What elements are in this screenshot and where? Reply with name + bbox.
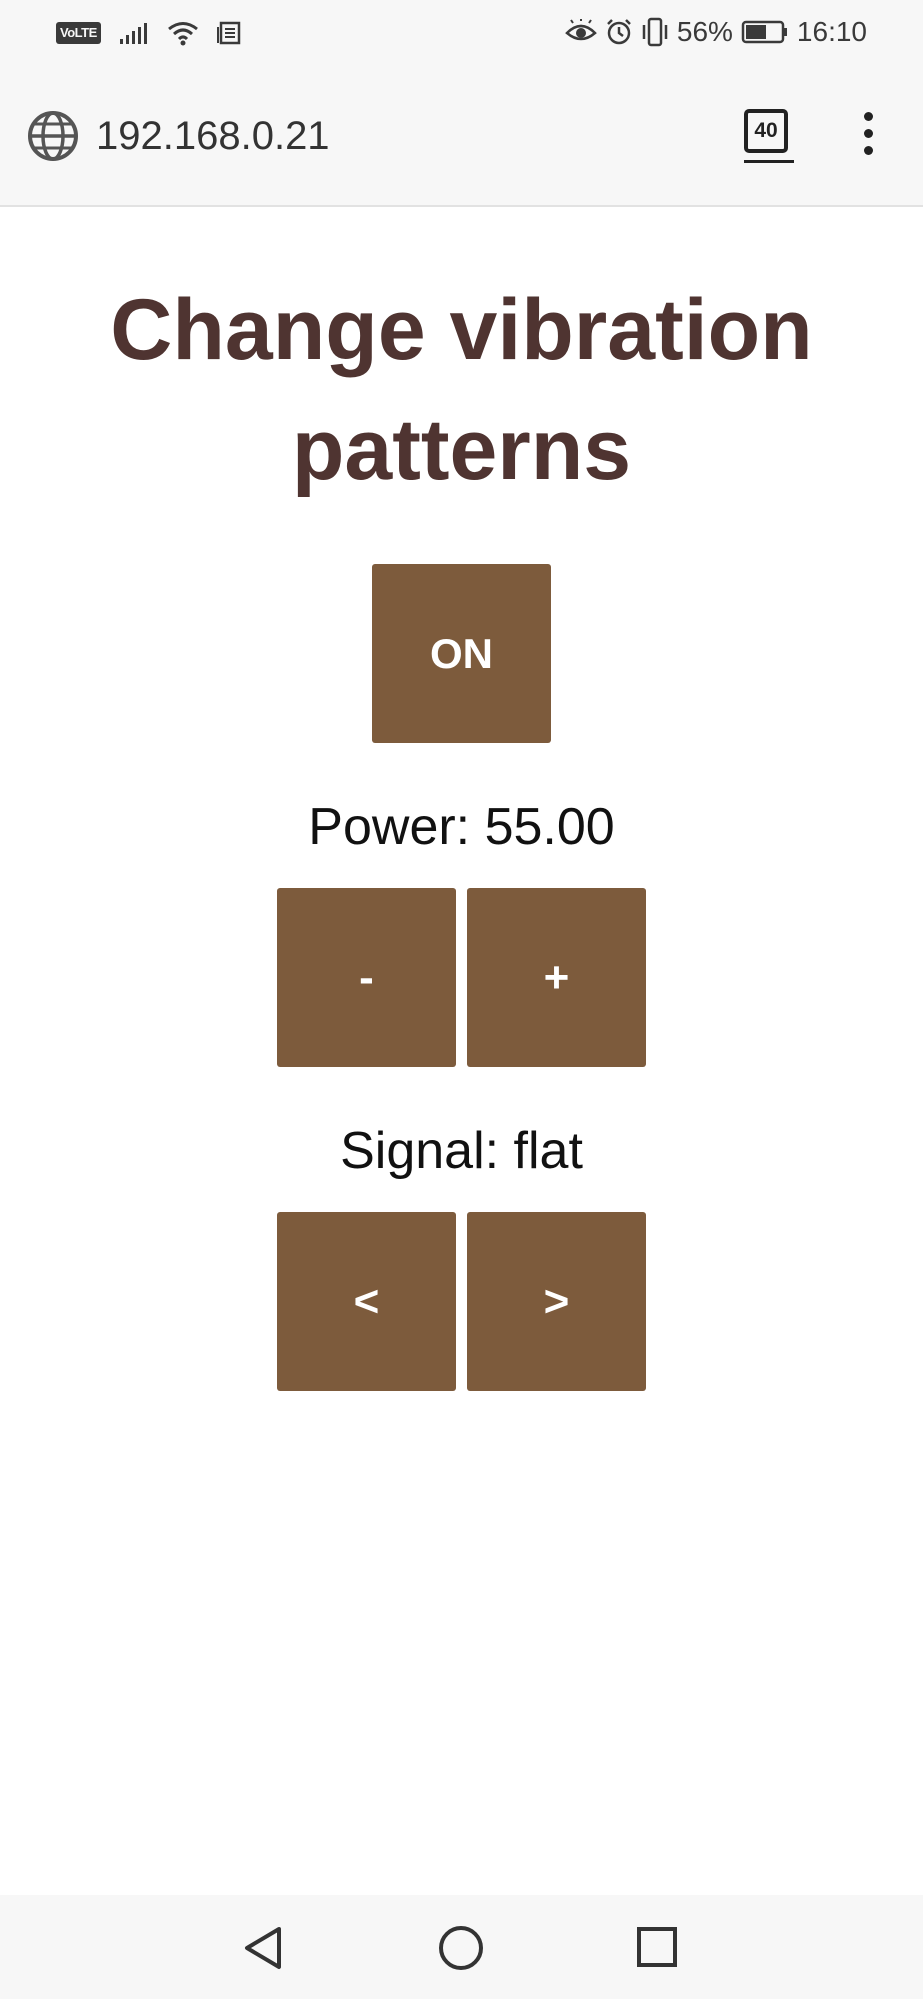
power-increase-button[interactable]: + [467, 888, 646, 1067]
navigation-bar [0, 1895, 923, 1999]
status-time: 16:10 [796, 16, 867, 47]
signal-icon [119, 23, 147, 44]
power-decrease-button[interactable]: - [277, 888, 456, 1067]
signal-next-button[interactable]: > [467, 1212, 646, 1391]
wifi-icon [167, 22, 198, 46]
volte-badge: VoLTE [56, 22, 101, 44]
home-icon[interactable] [438, 1925, 484, 1971]
signal-label: Signal: flat [340, 1122, 583, 1180]
tab-switcher-button[interactable]: 40 [744, 109, 788, 153]
address-bar[interactable]: 192.168.0.21 [96, 112, 330, 160]
alarm-icon [606, 19, 631, 45]
vibrate-icon [642, 17, 668, 47]
eye-comfort-icon [565, 19, 597, 41]
status-right: 56% 16:10 [565, 14, 867, 50]
on-button[interactable]: ON [372, 564, 551, 743]
page-title: Change vibration patterns [110, 282, 813, 498]
globe-icon[interactable] [27, 110, 79, 162]
battery-icon [741, 20, 787, 44]
power-label: Power: 55.00 [308, 798, 615, 856]
browser-toolbar: 192.168.0.21 40 [0, 66, 923, 207]
back-icon[interactable] [241, 1925, 285, 1971]
status-bar: VoLTE 56% 16:10 [0, 0, 923, 66]
battery-percent: 56% [676, 16, 733, 47]
recents-icon[interactable] [636, 1926, 678, 1968]
notification-icon [216, 21, 240, 45]
tab-switcher-underline [744, 160, 794, 163]
status-left: VoLTE [56, 18, 241, 48]
more-menu-icon[interactable] [856, 112, 880, 160]
signal-previous-button[interactable]: < [277, 1212, 456, 1391]
